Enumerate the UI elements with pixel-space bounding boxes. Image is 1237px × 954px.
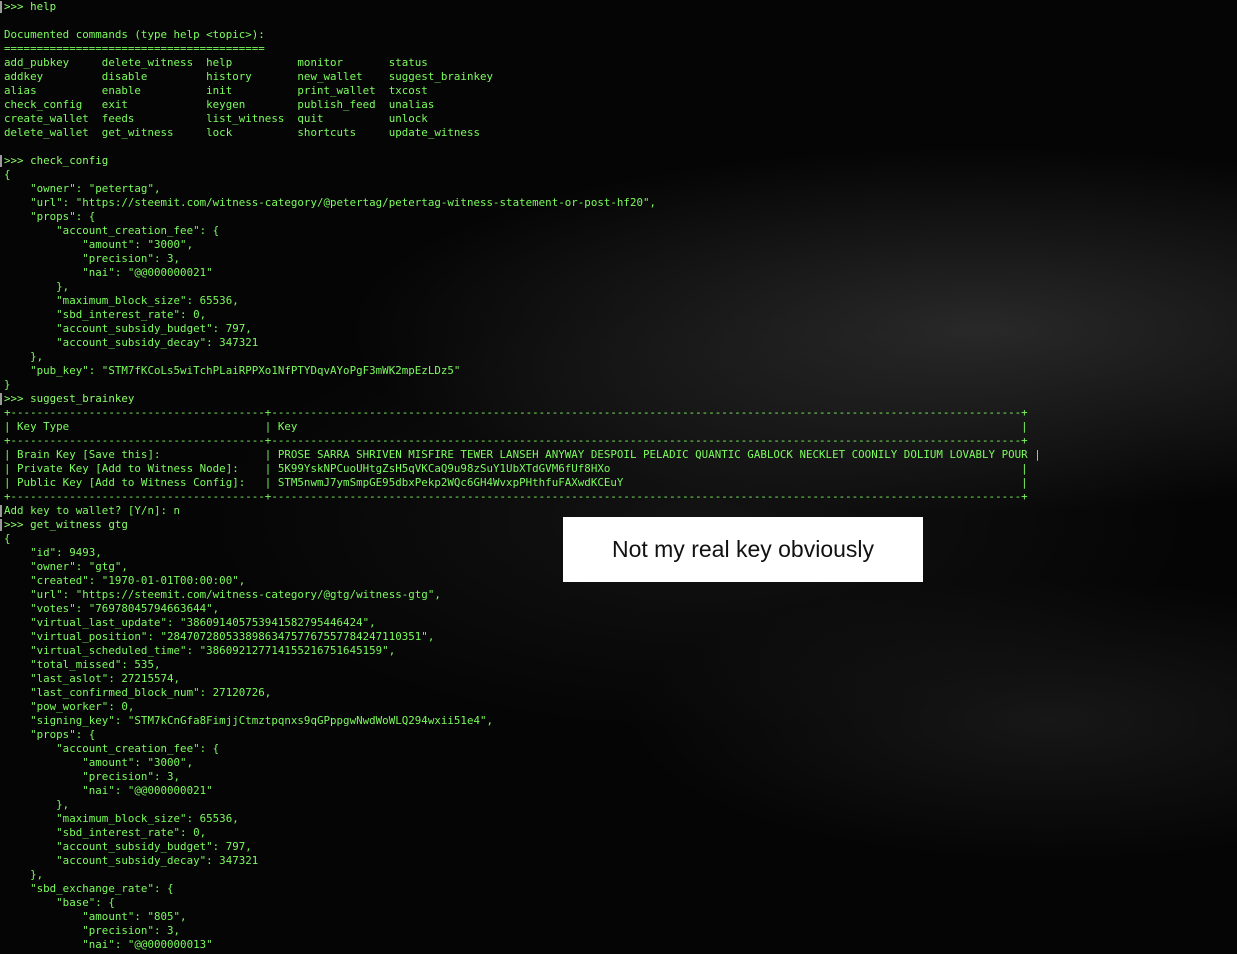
scroll-marker [0, 519, 2, 531]
output-line: "sbd_interest_rate": 0, [4, 826, 207, 839]
output-line: addkey disable history new_wallet sugges… [4, 70, 494, 83]
output-line: delete_wallet get_witness lock shortcuts… [4, 126, 480, 139]
scroll-marker [0, 393, 2, 405]
output-line: } [4, 378, 11, 391]
output-line: +---------------------------------------… [4, 434, 1028, 447]
annotation-callout: Not my real key obviously [563, 517, 923, 582]
output-line: "account_creation_fee": { [4, 224, 220, 237]
output-line: "url": "https://steemit.com/witness-cate… [4, 588, 441, 601]
output-line: "virtual_position": "2847072805338986347… [4, 630, 435, 643]
output-line: ======================================== [4, 42, 265, 55]
output-line: "virtual_last_update": "3860914057539415… [4, 616, 376, 629]
output-line: add_pubkey delete_witness help monitor s… [4, 56, 428, 69]
output-line: +---------------------------------------… [4, 490, 1028, 503]
output-line: "url": "https://steemit.com/witness-cate… [4, 196, 657, 209]
output-line: { [4, 168, 11, 181]
output-line: "owner": "petertag", [4, 182, 161, 195]
output-line: alias enable init print_wallet txcost [4, 84, 428, 97]
output-line: "pow_worker": 0, [4, 700, 135, 713]
output-line: "account_creation_fee": { [4, 742, 220, 755]
output-line: }, [4, 868, 44, 881]
output-line: | Key Type | Key | [4, 420, 1028, 433]
output-line: "pub_key": "STM7fKCoLs5wiTchPLaiRPPXo1Nf… [4, 364, 461, 377]
output-line: Documented commands (type help <topic>): [4, 28, 265, 41]
output-line: "account_subsidy_budget": 797, [4, 840, 252, 853]
output-line: "nai": "@@000000021" [4, 784, 213, 797]
output-line: | Private Key [Add to Witness Node]: | 5… [4, 462, 1028, 475]
terminal-output[interactable]: >>> help Documented commands (type help <… [4, 0, 1237, 954]
output-line: | Public Key [Add to Witness Config]: | … [4, 476, 1028, 489]
output-line: check_config exit keygen publish_feed un… [4, 98, 435, 111]
command-prompt-line: >>> check_config [4, 154, 109, 167]
output-line: "props": { [4, 728, 96, 741]
output-line: create_wallet feeds list_witness quit un… [4, 112, 428, 125]
output-line: "precision": 3, [4, 770, 181, 783]
command-prompt-line: >>> help [4, 0, 57, 13]
output-line: "virtual_scheduled_time": "3860921277141… [4, 644, 396, 657]
output-line: "props": { [4, 210, 96, 223]
output-line: }, [4, 350, 44, 363]
output-line: "base": { [4, 896, 115, 909]
output-line: | Brain Key [Save this]: | PROSE SARRA S… [4, 448, 1041, 461]
output-line: "account_subsidy_decay": 347321 [4, 336, 259, 349]
output-line: "sbd_exchange_rate": { [4, 882, 174, 895]
output-line: "maximum_block_size": 65536, [4, 294, 239, 307]
annotation-text: Not my real key obviously [611, 536, 875, 562]
output-line: }, [4, 280, 70, 293]
scroll-marker [0, 505, 2, 517]
output-line: +---------------------------------------… [4, 406, 1028, 419]
output-line: "nai": "@@000000021" [4, 266, 213, 279]
output-line: "maximum_block_size": 65536, [4, 812, 239, 825]
output-line: "sbd_interest_rate": 0, [4, 308, 207, 321]
output-line: "last_aslot": 27215574, [4, 672, 181, 685]
command-prompt-line: >>> suggest_brainkey [4, 392, 135, 405]
output-line: Add key to wallet? [Y/n]: n [4, 504, 181, 517]
output-line: "precision": 3, [4, 252, 181, 265]
output-line: "precision": 3, [4, 924, 181, 937]
scroll-marker [0, 155, 2, 167]
output-line: "account_subsidy_decay": 347321 [4, 854, 259, 867]
output-line: "last_confirmed_block_num": 27120726, [4, 686, 272, 699]
output-line: "total_missed": 535, [4, 658, 161, 671]
output-line: }, [4, 798, 70, 811]
output-line: "nai": "@@000000013" [4, 938, 213, 951]
output-line: "amount": "3000", [4, 238, 194, 251]
output-line: "signing_key": "STM7kCnGfa8FimjjCtmztpqn… [4, 714, 494, 727]
output-line: "amount": "3000", [4, 756, 194, 769]
scroll-marker [0, 1, 2, 13]
output-line: "votes": "76978045794663644", [4, 602, 220, 615]
output-line: "account_subsidy_budget": 797, [4, 322, 252, 335]
output-line: "amount": "805", [4, 910, 187, 923]
